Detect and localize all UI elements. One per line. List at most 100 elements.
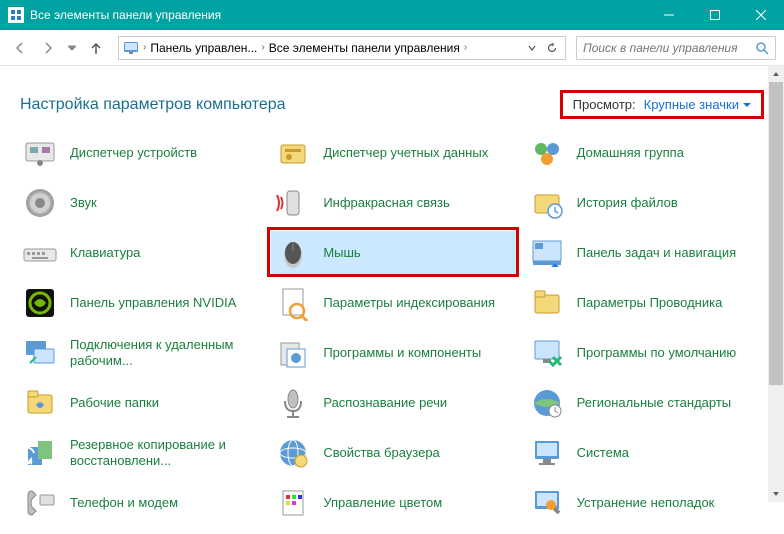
item-label: Резервное копирование и восстановлени...	[70, 437, 259, 470]
close-button[interactable]	[738, 0, 784, 30]
address-bar[interactable]: › Панель управлен... › Все элементы пане…	[118, 36, 566, 60]
control-panel-item[interactable]: Программы по умолчанию	[525, 331, 770, 375]
breadcrumb-seg1[interactable]: Панель управлен...	[150, 41, 257, 55]
search-icon	[755, 41, 769, 55]
control-panel-item[interactable]: Домашняя группа	[525, 131, 770, 175]
control-panel-item[interactable]: Параметры индексирования	[271, 281, 516, 325]
item-label: Диспетчер устройств	[70, 145, 197, 161]
item-label: Система	[577, 445, 629, 461]
item-label: Свойства браузера	[323, 445, 439, 461]
breadcrumb-seg2[interactable]: Все элементы панели управления	[269, 41, 460, 55]
credentials-icon	[275, 135, 311, 171]
backup-icon	[22, 435, 58, 471]
control-panel-item[interactable]: Устранение неполадок	[525, 481, 770, 525]
homegroup-icon	[529, 135, 565, 171]
item-label: Программы и компоненты	[323, 345, 481, 361]
control-panel-item[interactable]: Подключения к удаленным рабочим...	[18, 331, 263, 375]
item-label: Панель управления NVIDIA	[70, 295, 236, 311]
chevron-right-icon: ›	[141, 42, 148, 53]
maximize-button[interactable]	[692, 0, 738, 30]
item-label: Региональные стандарты	[577, 395, 731, 411]
speech-icon	[275, 385, 311, 421]
history-dropdown[interactable]	[64, 36, 80, 60]
address-dropdown[interactable]	[523, 37, 541, 59]
sound-icon	[22, 185, 58, 221]
search-box[interactable]	[576, 36, 776, 60]
explorer-icon	[529, 285, 565, 321]
control-panel-item[interactable]: Рабочие папки	[18, 381, 263, 425]
control-panel-icon	[8, 7, 24, 23]
infrared-icon	[275, 185, 311, 221]
browser-icon	[275, 435, 311, 471]
view-mode-label: Просмотр:	[573, 97, 636, 112]
control-panel-item[interactable]: Диспетчер устройств	[18, 131, 263, 175]
control-panel-item[interactable]: Резервное копирование и восстановлени...	[18, 431, 263, 475]
region-icon	[529, 385, 565, 421]
view-mode-dropdown[interactable]: Крупные значки	[644, 97, 751, 112]
forward-button[interactable]	[36, 36, 60, 60]
indexing-icon	[275, 285, 311, 321]
workfolders-icon	[22, 385, 58, 421]
item-label: История файлов	[577, 195, 678, 211]
item-label: Диспетчер учетных данных	[323, 145, 488, 161]
color-icon	[275, 485, 311, 521]
scrollbar[interactable]	[768, 66, 784, 502]
scroll-down-button[interactable]	[768, 486, 784, 502]
scroll-up-button[interactable]	[768, 66, 784, 82]
system-icon	[529, 435, 565, 471]
scroll-thumb[interactable]	[769, 82, 783, 385]
phone-icon	[22, 485, 58, 521]
item-label: Рабочие папки	[70, 395, 159, 411]
view-mode-selector: Просмотр: Крупные значки	[560, 90, 764, 119]
control-panel-items: Диспетчер устройств Диспетчер учетных дан…	[0, 131, 784, 525]
toolbar: › Панель управлен... › Все элементы пане…	[0, 30, 784, 66]
control-panel-item[interactable]: Система	[525, 431, 770, 475]
refresh-button[interactable]	[543, 37, 561, 59]
item-label: Инфракрасная связь	[323, 195, 449, 211]
chevron-right-icon: ›	[259, 42, 266, 53]
item-label: Программы по умолчанию	[577, 345, 736, 361]
control-panel-item[interactable]: Параметры Проводника	[525, 281, 770, 325]
back-button[interactable]	[8, 36, 32, 60]
control-panel-item[interactable]: Панель управления NVIDIA	[18, 281, 263, 325]
control-panel-item[interactable]: Управление цветом	[271, 481, 516, 525]
remote-icon	[22, 335, 58, 371]
item-label: Телефон и модем	[70, 495, 178, 511]
item-label: Подключения к удаленным рабочим...	[70, 337, 259, 370]
control-panel-icon	[123, 40, 139, 56]
control-panel-item[interactable]: Телефон и модем	[18, 481, 263, 525]
item-label: Домашняя группа	[577, 145, 684, 161]
item-label: Распознавание речи	[323, 395, 447, 411]
search-input[interactable]	[583, 41, 755, 55]
item-label: Панель задач и навигация	[577, 245, 737, 261]
page-heading: Настройка параметров компьютера	[20, 96, 560, 114]
control-panel-item[interactable]: Свойства браузера	[271, 431, 516, 475]
item-label: Параметры Проводника	[577, 295, 723, 311]
mouse-icon	[275, 235, 311, 271]
control-panel-item[interactable]: Звук	[18, 181, 263, 225]
troubleshoot-icon	[529, 485, 565, 521]
titlebar: Все элементы панели управления	[0, 0, 784, 30]
window-title: Все элементы панели управления	[30, 8, 646, 22]
minimize-button[interactable]	[646, 0, 692, 30]
item-label: Звук	[70, 195, 97, 211]
control-panel-item[interactable]: Программы и компоненты	[271, 331, 516, 375]
control-panel-item[interactable]: Региональные стандарты	[525, 381, 770, 425]
control-panel-item[interactable]: Диспетчер учетных данных	[271, 131, 516, 175]
item-label: Мышь	[323, 245, 360, 261]
keyboard-icon	[22, 235, 58, 271]
up-button[interactable]	[84, 36, 108, 60]
control-panel-item[interactable]: Клавиатура	[18, 231, 263, 275]
control-panel-item[interactable]: Панель задач и навигация	[525, 231, 770, 275]
defaults-icon	[529, 335, 565, 371]
nvidia-icon	[22, 285, 58, 321]
control-panel-item[interactable]: История файлов	[525, 181, 770, 225]
control-panel-item[interactable]: Мышь	[271, 231, 516, 275]
control-panel-item[interactable]: Распознавание речи	[271, 381, 516, 425]
scroll-track[interactable]	[768, 82, 784, 486]
control-panel-item[interactable]: Инфракрасная связь	[271, 181, 516, 225]
item-label: Устранение неполадок	[577, 495, 715, 511]
item-label: Клавиатура	[70, 245, 140, 261]
programs-icon	[275, 335, 311, 371]
taskbar-icon	[529, 235, 565, 271]
